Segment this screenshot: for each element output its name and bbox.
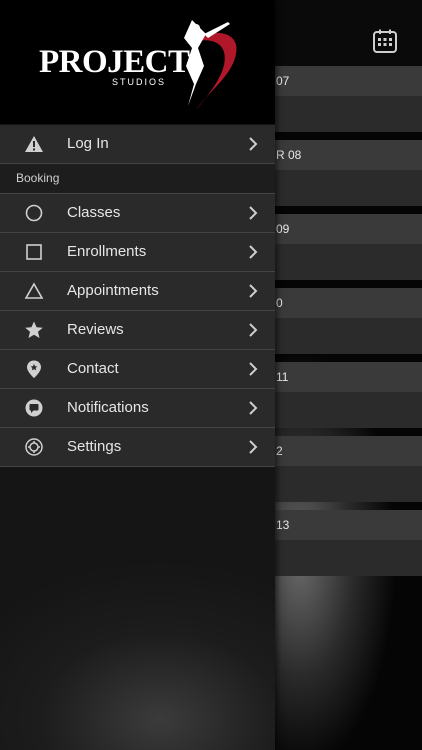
schedule-row-body <box>274 318 422 354</box>
schedule-row-body <box>274 96 422 132</box>
chevron-right-icon <box>246 400 260 416</box>
menu-item-enrollments[interactable]: Enrollments <box>0 233 275 272</box>
menu-item-label: Contact <box>67 360 119 377</box>
menu-item-label: Reviews <box>67 321 124 338</box>
schedule-row-body <box>274 244 422 280</box>
calendar-icon[interactable] <box>372 28 398 54</box>
location-pin-icon <box>24 359 44 379</box>
section-header-booking: Booking <box>0 164 275 194</box>
chevron-right-icon <box>246 205 260 221</box>
chevron-right-icon <box>246 322 260 338</box>
schedule-row[interactable]: 2 <box>274 436 422 502</box>
chevron-right-icon <box>246 136 260 152</box>
menu-item-label: Classes <box>67 204 121 221</box>
menu-item-reviews[interactable]: Reviews <box>0 311 275 350</box>
menu-item-label: Appointments <box>67 282 159 299</box>
warning-icon <box>24 134 44 154</box>
schedule-row-date: 11 <box>274 362 422 392</box>
schedule-row-date: 13 <box>274 510 422 540</box>
schedule-row[interactable]: 07 <box>274 66 422 132</box>
menu-item-classes[interactable]: Classes <box>0 194 275 233</box>
side-drawer: PROJECT STUDIOS Log In Booking Classes E… <box>0 0 275 750</box>
schedule-row[interactable]: 0 <box>274 288 422 354</box>
gear-icon <box>24 437 44 457</box>
menu-item-label: Notifications <box>67 399 149 416</box>
brand-name: PROJECT <box>39 44 190 80</box>
chevron-right-icon <box>246 361 260 377</box>
menu-item-label: Log In <box>67 135 109 152</box>
menu-item-settings[interactable]: Settings <box>0 428 275 467</box>
schedule-row[interactable]: R 08 <box>274 140 422 206</box>
schedule-row-body <box>274 392 422 428</box>
logo: PROJECT STUDIOS <box>0 0 275 124</box>
menu-item-contact[interactable]: Contact <box>0 350 275 389</box>
schedule-row-date: R 08 <box>274 140 422 170</box>
menu-item-appointments[interactable]: Appointments <box>0 272 275 311</box>
chat-bubble-icon <box>24 398 44 418</box>
schedule-row[interactable]: 09 <box>274 214 422 280</box>
schedule-row-date: 2 <box>274 436 422 466</box>
chevron-right-icon <box>246 244 260 260</box>
menu-item-notifications[interactable]: Notifications <box>0 389 275 428</box>
schedule-row-body <box>274 540 422 576</box>
brand-subtitle: STUDIOS <box>112 77 167 87</box>
triangle-icon <box>24 281 44 301</box>
chevron-right-icon <box>246 283 260 299</box>
schedule-row-date: 07 <box>274 66 422 96</box>
menu-item-login[interactable]: Log In <box>0 125 275 164</box>
square-icon <box>24 242 44 262</box>
schedule-row-body <box>274 466 422 502</box>
menu-item-label: Settings <box>67 438 122 455</box>
star-icon <box>24 320 44 340</box>
chevron-right-icon <box>246 439 260 455</box>
schedule-row-date: 0 <box>274 288 422 318</box>
schedule-row[interactable]: 13 <box>274 510 422 576</box>
section-header-label: Booking <box>16 171 60 185</box>
schedule-row[interactable]: 11 <box>274 362 422 428</box>
circle-icon <box>24 203 44 223</box>
schedule-row-date: 09 <box>274 214 422 244</box>
schedule-row-body <box>274 170 422 206</box>
menu-item-label: Enrollments <box>67 243 147 260</box>
